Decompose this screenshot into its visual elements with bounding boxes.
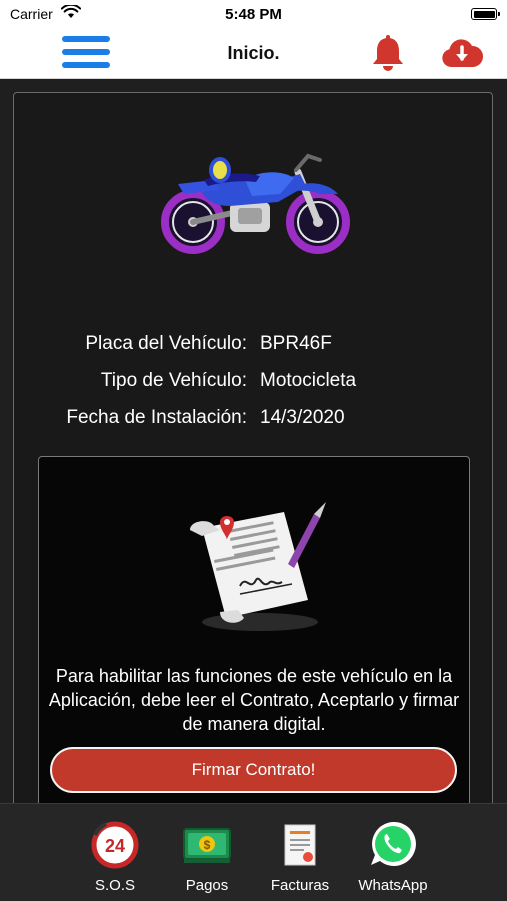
- battery-icon: [471, 8, 500, 20]
- tab-bar: 24 S.O.S $ Pagos Facturas WhatsApp: [0, 803, 507, 901]
- tab-sos[interactable]: 24 S.O.S: [70, 804, 160, 901]
- installation-date-row: Fecha de Instalación: 14/3/2020: [20, 407, 490, 431]
- status-time: 5:48 PM: [225, 6, 282, 23]
- status-bar: Carrier 5:48 PM: [0, 0, 507, 28]
- cloud-download-icon[interactable]: [440, 36, 484, 70]
- invoice-icon: [284, 824, 316, 866]
- tab-pagos-label: Pagos: [185, 877, 229, 894]
- svg-text:$: $: [204, 838, 211, 852]
- motorcycle-image: [161, 153, 350, 254]
- vehicle-type-row: Tipo de Vehículo: Motocicleta: [20, 370, 490, 394]
- tab-facturas[interactable]: Facturas: [255, 804, 345, 901]
- contract-document-image: [190, 502, 326, 631]
- sign-contract-button[interactable]: Firmar Contrato!: [50, 747, 457, 793]
- plate-label: Placa del Vehículo:: [85, 333, 247, 354]
- plate-row: Placa del Vehículo: BPR46F: [20, 333, 490, 357]
- tab-sos-label: S.O.S: [94, 877, 135, 894]
- nav-bar: Inicio.: [0, 28, 507, 79]
- money-icon: $: [183, 828, 231, 863]
- tab-whatsapp[interactable]: WhatsApp: [348, 804, 438, 901]
- contract-message: Para habilitar las funciones de este veh…: [48, 666, 460, 734]
- plate-value: BPR46F: [260, 333, 332, 354]
- tab-whatsapp-label: WhatsApp: [358, 877, 428, 894]
- vehicle-type-value: Motocicleta: [260, 370, 357, 391]
- whatsapp-icon: [371, 821, 416, 866]
- installation-date-label: Fecha de Instalación:: [66, 407, 247, 428]
- vehicle-type-label: Tipo de Vehículo:: [100, 370, 247, 391]
- bell-icon[interactable]: [370, 34, 406, 72]
- tab-pagos[interactable]: $ Pagos: [162, 804, 252, 901]
- installation-date-value: 14/3/2020: [260, 407, 345, 428]
- hamburger-menu-icon[interactable]: [62, 36, 112, 70]
- svg-text:24: 24: [105, 836, 125, 856]
- sos-24-icon: 24: [91, 821, 139, 869]
- tab-facturas-label: Facturas: [270, 877, 330, 894]
